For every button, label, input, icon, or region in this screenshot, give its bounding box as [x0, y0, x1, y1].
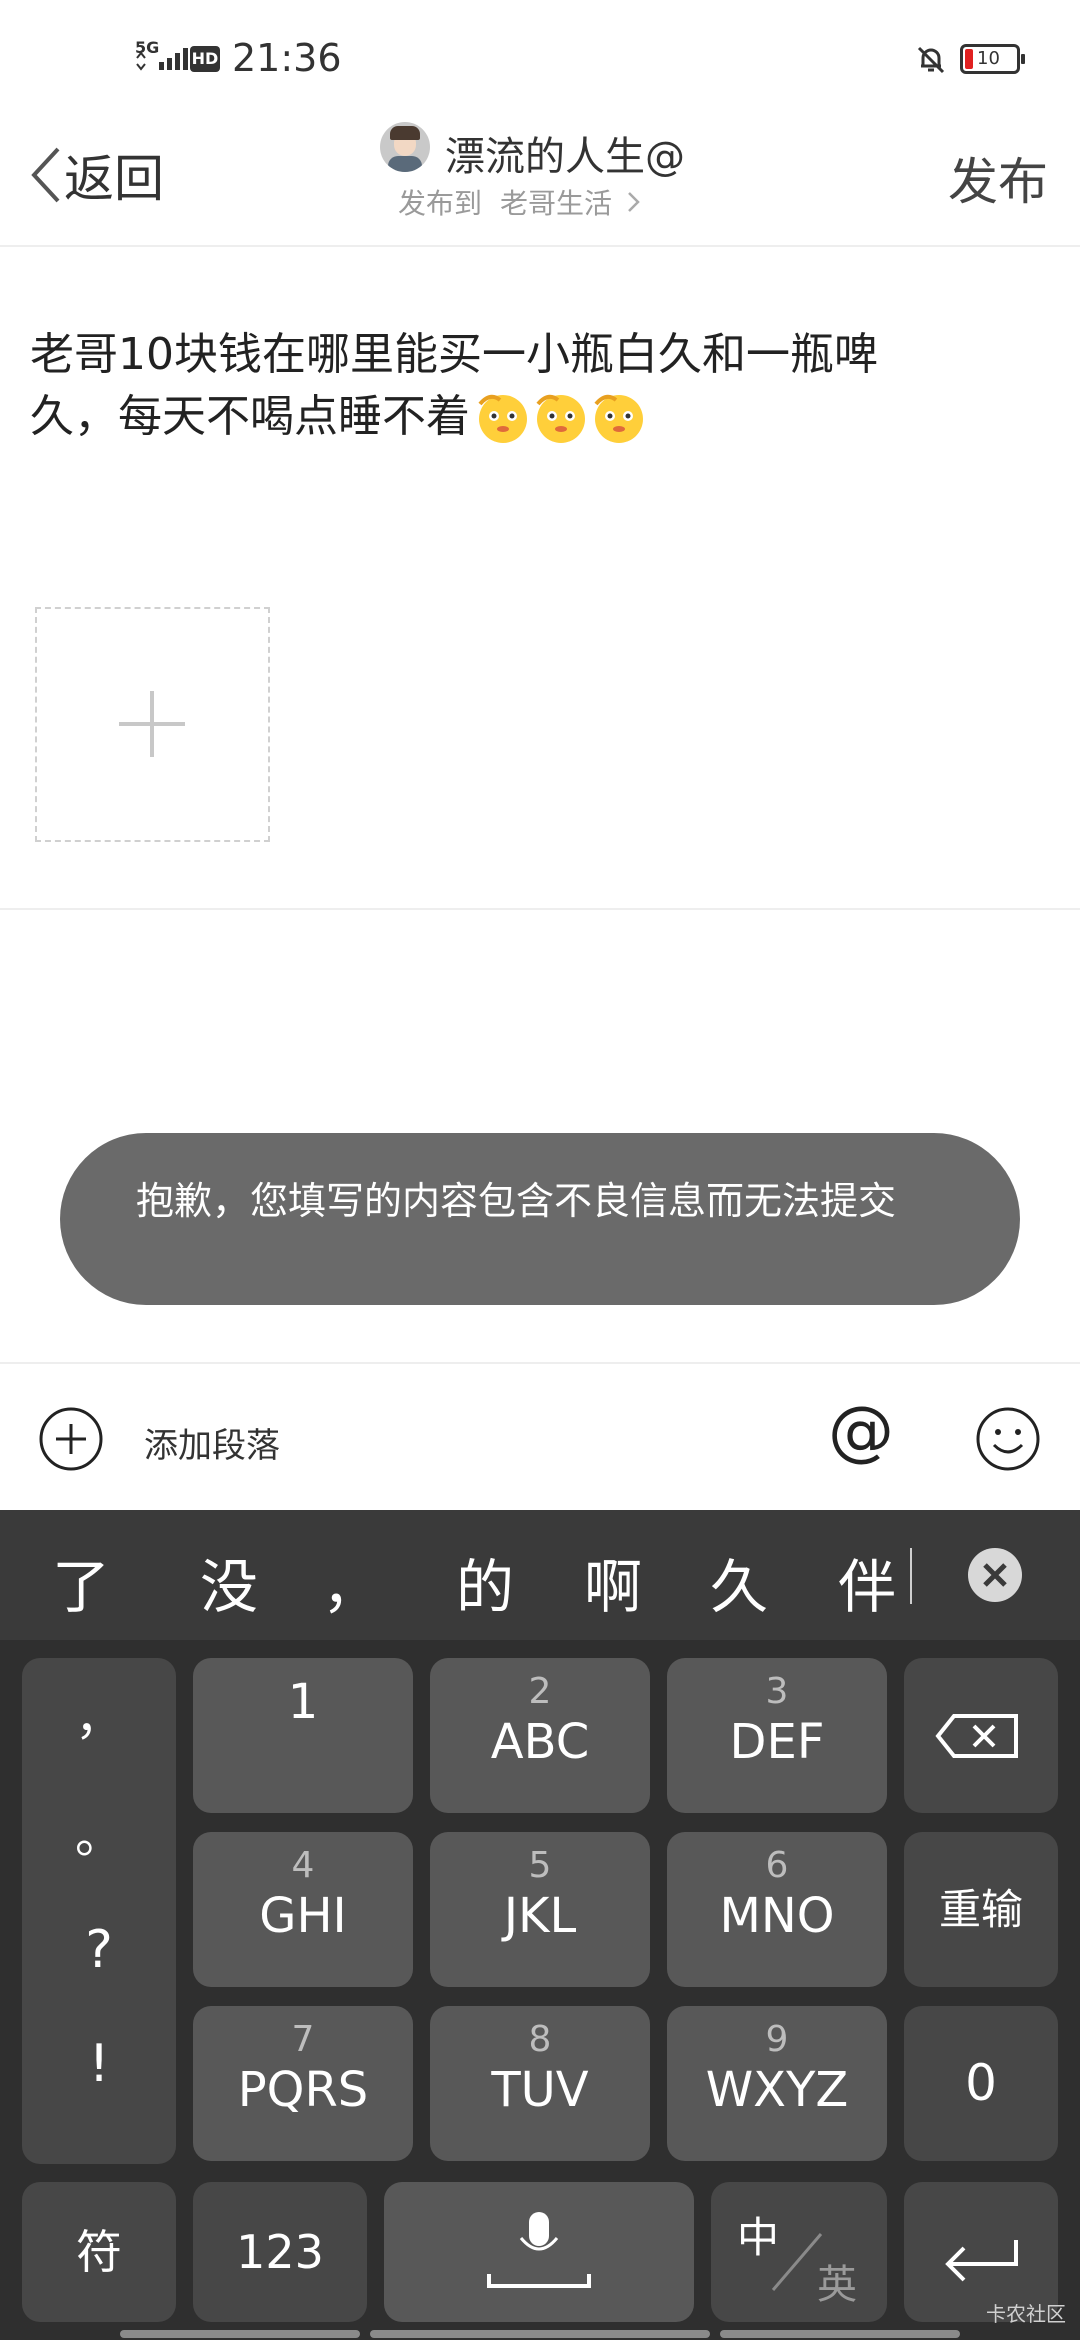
candidate-item[interactable]: 伴 — [838, 1540, 896, 1624]
status-time: 21:36 — [232, 36, 342, 80]
backspace-key[interactable] — [904, 1658, 1058, 1813]
candidate-bar: 了 没 ， 的 啊 久 伴 — [0, 1510, 1080, 1640]
candidate-item[interactable]: ， — [322, 1540, 380, 1624]
nav-handle — [720, 2330, 960, 2338]
key-2[interactable]: 2 ABC — [430, 1658, 650, 1813]
close-circle-icon — [968, 1548, 1022, 1602]
punct-exclaim[interactable]: ! — [22, 2034, 176, 2094]
plus-circle-icon — [39, 1407, 103, 1471]
post-text-line-1: 老哥10块钱在哪里能买一小瓶白久和一瓶啤 — [30, 329, 878, 380]
key-0[interactable]: 0 — [904, 2006, 1058, 2161]
punct-comma[interactable]: ， — [22, 1678, 176, 1748]
error-toast: 抱歉，您填写的内容包含不良信息而无法提交 — [60, 1133, 1020, 1305]
key-6[interactable]: 6 MNO — [667, 1832, 887, 1987]
microphone-icon — [487, 2212, 591, 2288]
status-bar: 5G HD 21:36 10 — [0, 0, 1080, 110]
mention-button[interactable]: @ — [828, 1392, 894, 1469]
add-image-button[interactable] — [35, 607, 270, 842]
post-text-editor[interactable]: 老哥10块钱在哪里能买一小瓶白久和一瓶啤 久，每天不喝点睡不着 — [30, 324, 1050, 448]
punct-question[interactable]: ? — [22, 1920, 176, 1980]
punctuation-key[interactable]: ， 。 ? ! — [22, 1658, 176, 2164]
nav-handle — [120, 2330, 360, 2338]
nav-handle — [370, 2330, 710, 2338]
divider — [0, 908, 1080, 910]
emoji-button[interactable] — [975, 1406, 1041, 1476]
publish-to-label: 发布到 — [398, 187, 483, 220]
username: 漂流的人生@ — [445, 134, 685, 180]
add-paragraph-button[interactable] — [38, 1406, 104, 1476]
candidate-item[interactable]: 啊 — [584, 1540, 642, 1624]
key-3[interactable]: 3 DEF — [667, 1658, 887, 1813]
space-voice-key[interactable] — [384, 2182, 694, 2322]
key-8[interactable]: 8 TUV — [430, 2006, 650, 2161]
back-label: 返回 — [64, 150, 164, 208]
candidate-divider — [910, 1548, 912, 1604]
key-1[interactable]: 1 — [193, 1658, 413, 1813]
toast-message: 抱歉，您填写的内容包含不良信息而无法提交 — [136, 1179, 897, 1223]
emoji-icon — [536, 394, 585, 443]
keyboard: 了 没 ， 的 啊 久 伴 ， 。 ? ! 1 2 ABC 3 DEF 4 GH… — [0, 1510, 1080, 2340]
slash-icon — [771, 2233, 823, 2291]
header: 返回 漂流的人生@ 发布到 老哥生活 发布 — [0, 110, 1080, 247]
key-5[interactable]: 5 JKL — [430, 1832, 650, 1987]
candidate-item[interactable]: 久 — [710, 1540, 768, 1624]
smiley-icon — [976, 1407, 1040, 1471]
emoji-icon — [478, 394, 527, 443]
back-button[interactable]: 返回 — [28, 140, 164, 210]
key-7[interactable]: 7 PQRS — [193, 2006, 413, 2161]
candidate-item[interactable]: 了 — [52, 1540, 110, 1624]
key-4[interactable]: 4 GHI — [193, 1832, 413, 1987]
candidate-item[interactable]: 的 — [456, 1540, 514, 1624]
publish-button[interactable]: 发布 — [948, 142, 1048, 214]
watermark: 卡农社区 — [986, 2302, 1066, 2326]
chevron-right-icon — [628, 192, 640, 212]
emoji-icon — [594, 394, 643, 443]
emoji-group — [474, 388, 648, 446]
editor-toolbar: 添加段落 @ — [0, 1362, 1080, 1512]
punct-period[interactable]: 。 — [22, 1796, 176, 1866]
symbol-key[interactable]: 符 — [22, 2182, 176, 2322]
candidate-item[interactable]: 没 — [200, 1540, 258, 1624]
language-switch-key[interactable]: 中 英 — [711, 2182, 887, 2322]
battery-icon: 10 — [960, 44, 1025, 74]
destination-label: 老哥生活 — [500, 187, 613, 220]
key-9[interactable]: 9 WXYZ — [667, 2006, 887, 2161]
mute-bell-icon — [915, 44, 947, 80]
collapse-candidates-button[interactable] — [966, 1546, 1024, 1608]
plus-icon — [119, 691, 185, 757]
number-mode-key[interactable]: 123 — [193, 2182, 367, 2322]
publish-destination[interactable]: 发布到 老哥生活 — [398, 182, 644, 222]
post-text-line-2: 久，每天不喝点睡不着 — [30, 391, 470, 442]
add-paragraph-label[interactable]: 添加段落 — [144, 1418, 280, 1467]
retype-key[interactable]: 重输 — [904, 1832, 1058, 1987]
hd-badge: HD — [190, 46, 220, 72]
avatar[interactable] — [380, 122, 430, 172]
chevron-left-icon — [31, 147, 60, 203]
backspace-icon — [935, 1714, 1018, 1758]
